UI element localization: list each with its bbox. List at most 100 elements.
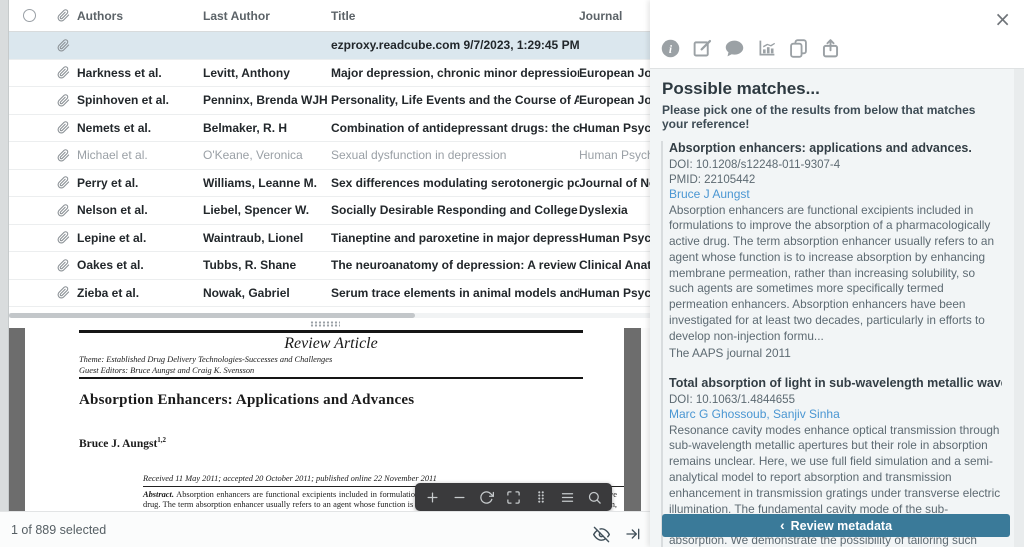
table-row[interactable]: Michael et al. O'Keane, Veronica Sexual dy… bbox=[9, 142, 650, 170]
table-row[interactable]: Zieba et al. Nowak, Gabriel Serum trace el… bbox=[9, 279, 650, 307]
row-authors: Spinhoven et al. bbox=[77, 93, 170, 108]
app-root: Authors Last Author Title Journal ezprox… bbox=[0, 0, 1024, 547]
table-row[interactable]: Perry et al. Williams, Leanne M. Sex diffe… bbox=[9, 169, 650, 197]
match-authors-link[interactable]: Marc G Ghossoub, Sanjiv Sinha bbox=[669, 407, 1002, 423]
select-all-cell bbox=[9, 9, 49, 22]
left-rail bbox=[0, 0, 9, 511]
row-title: Major depression, chronic minor depressi… bbox=[331, 65, 579, 80]
row-last-author: Williams, Leanne M. bbox=[203, 175, 317, 190]
row-journal: European Jou bbox=[579, 65, 650, 80]
panel-toolbar: i bbox=[659, 37, 841, 59]
pdf-rule-top bbox=[79, 330, 583, 333]
row-title: The neuroanatomy of depression: A review bbox=[331, 258, 577, 273]
row-title: Serum trace elements in animal models an… bbox=[331, 285, 579, 300]
paperclip-icon bbox=[49, 204, 77, 217]
paperclip-icon bbox=[57, 9, 70, 22]
paperclip-icon bbox=[49, 94, 77, 107]
zoom-out-icon[interactable] bbox=[449, 487, 469, 507]
chevron-left-icon: ‹ bbox=[779, 517, 785, 533]
panel-title: Possible matches... bbox=[662, 79, 820, 98]
edit-icon[interactable] bbox=[691, 37, 713, 59]
match-title[interactable]: Total absorption of light in sub-wavelen… bbox=[669, 376, 1002, 390]
row-authors: Lepine et al. bbox=[77, 230, 147, 245]
table-body: ezproxy.readcube.com 9/7/2023, 1:29:45 P… bbox=[9, 32, 650, 307]
table-row[interactable]: Nelson et al. Liebel, Spencer W. Socially … bbox=[9, 197, 650, 225]
pdf-toolbar bbox=[415, 483, 612, 511]
table-row[interactable]: Oakes et al. Tubbs, R. Shane The neuroanat… bbox=[9, 252, 650, 280]
reference-list-pane: Authors Last Author Title Journal ezprox… bbox=[9, 0, 650, 311]
close-icon[interactable]: × bbox=[994, 9, 1011, 29]
match-pmid: PMID: 22105442 bbox=[669, 173, 756, 186]
search-icon[interactable] bbox=[585, 487, 605, 507]
row-last-author: Waintraub, Lionel bbox=[203, 230, 304, 245]
horizontal-scrollbar[interactable] bbox=[9, 313, 650, 318]
row-title: Sexual dysfunction in depression bbox=[331, 148, 507, 163]
row-last-author: Belmaker, R. H bbox=[203, 120, 288, 135]
match-title[interactable]: Absorption enhancers: applications and a… bbox=[669, 141, 1002, 155]
table-row[interactable]: Spinhoven et al. Penninx, Brenda WJH Perso… bbox=[9, 87, 650, 115]
skip-to-end-icon[interactable] bbox=[624, 525, 642, 543]
match-doi: DOI: 10.1208/s12248-011-9307-4 bbox=[669, 159, 841, 171]
paperclip-icon bbox=[49, 259, 77, 272]
table-row[interactable]: Lepine et al. Waintraub, Lionel Tianeptine… bbox=[9, 224, 650, 252]
table-row[interactable]: Nemets et al. Belmaker, R. H Combination o… bbox=[9, 114, 650, 142]
thumbnails-icon[interactable] bbox=[531, 487, 551, 507]
pdf-received-line: Received 11 May 2011; accepted 20 Octobe… bbox=[143, 474, 437, 483]
info-icon[interactable]: i bbox=[659, 37, 681, 59]
splitter-handle[interactable] bbox=[0, 319, 650, 328]
pdf-author: Bruce J. Aungst1,2 bbox=[79, 436, 167, 450]
row-authors: Oakes et al. bbox=[77, 258, 144, 273]
eye-off-icon[interactable] bbox=[592, 525, 610, 543]
row-journal: European Jou bbox=[579, 93, 650, 108]
review-metadata-label: Review metadata bbox=[790, 518, 893, 533]
select-all-checkbox[interactable] bbox=[22, 9, 36, 22]
pdf-viewer-margin-right[interactable] bbox=[624, 328, 641, 511]
menu-icon[interactable] bbox=[558, 487, 578, 507]
panel-scrollbar[interactable] bbox=[1014, 69, 1024, 547]
row-journal: Journal of Ne bbox=[579, 175, 650, 190]
column-header-authors[interactable]: Authors bbox=[77, 9, 203, 23]
table-header: Authors Last Author Title Journal bbox=[9, 0, 650, 32]
rotate-icon[interactable] bbox=[476, 487, 496, 507]
metrics-icon[interactable] bbox=[755, 37, 777, 59]
paperclip-icon bbox=[49, 66, 77, 79]
match-result-1[interactable]: Absorption enhancers: applications and a… bbox=[669, 141, 1002, 360]
pdf-article-title: Absorption Enhancers: Applications and A… bbox=[79, 392, 415, 408]
paperclip-icon bbox=[49, 176, 77, 189]
paperclip-icon bbox=[49, 121, 77, 134]
match-authors-link[interactable]: Bruce J Aungst bbox=[669, 187, 1002, 203]
panel-subtitle: Please pick one of the results from belo… bbox=[662, 103, 976, 131]
match-source: The AAPS journal 2011 bbox=[669, 345, 791, 360]
paperclip-icon bbox=[49, 149, 77, 162]
zoom-in-icon[interactable] bbox=[422, 487, 442, 507]
row-journal: Human Psych bbox=[579, 285, 650, 300]
column-header-journal[interactable]: Journal bbox=[579, 9, 650, 23]
row-title: Sex differences modulating serotonergic … bbox=[331, 175, 579, 190]
row-authors: Perry et al. bbox=[77, 175, 139, 190]
row-last-author: O'Keane, Veronica bbox=[203, 148, 303, 163]
comment-icon[interactable] bbox=[723, 37, 745, 59]
row-journal: Human Psych bbox=[579, 148, 650, 163]
drag-dots-icon bbox=[310, 320, 340, 327]
review-metadata-button[interactable]: ‹ Review metadata bbox=[662, 514, 1010, 537]
row-authors: Michael et al. bbox=[77, 148, 148, 163]
match-doi: DOI: 10.1063/1.4844655 bbox=[669, 393, 795, 406]
scrollbar-thumb[interactable] bbox=[9, 313, 415, 318]
row-last-author: Liebel, Spencer W. bbox=[203, 203, 310, 218]
row-title: Combination of antidepressant drugs: the… bbox=[331, 120, 579, 135]
paperclip-icon bbox=[49, 231, 77, 244]
column-header-title[interactable]: Title bbox=[331, 9, 579, 23]
row-journal: Human Psych bbox=[579, 120, 650, 135]
column-header-last-author[interactable]: Last Author bbox=[203, 9, 331, 23]
attachments-icon[interactable] bbox=[787, 37, 809, 59]
table-row[interactable]: Harkness et al. Levitt, Anthony Major depr… bbox=[9, 59, 650, 87]
table-row[interactable]: ezproxy.readcube.com 9/7/2023, 1:29:45 P… bbox=[9, 32, 650, 60]
row-authors: Zieba et al. bbox=[77, 285, 140, 300]
row-journal: Clinical Anato bbox=[579, 258, 650, 273]
fullscreen-icon[interactable] bbox=[504, 487, 524, 507]
pdf-viewer-margin-left bbox=[9, 328, 25, 511]
pdf-rule-mid bbox=[79, 377, 583, 379]
row-title: Tianeptine and paroxetine in major depre… bbox=[331, 230, 579, 245]
match-abstract: Absorption enhancers are functional exci… bbox=[669, 202, 995, 343]
share-icon[interactable] bbox=[819, 37, 841, 59]
